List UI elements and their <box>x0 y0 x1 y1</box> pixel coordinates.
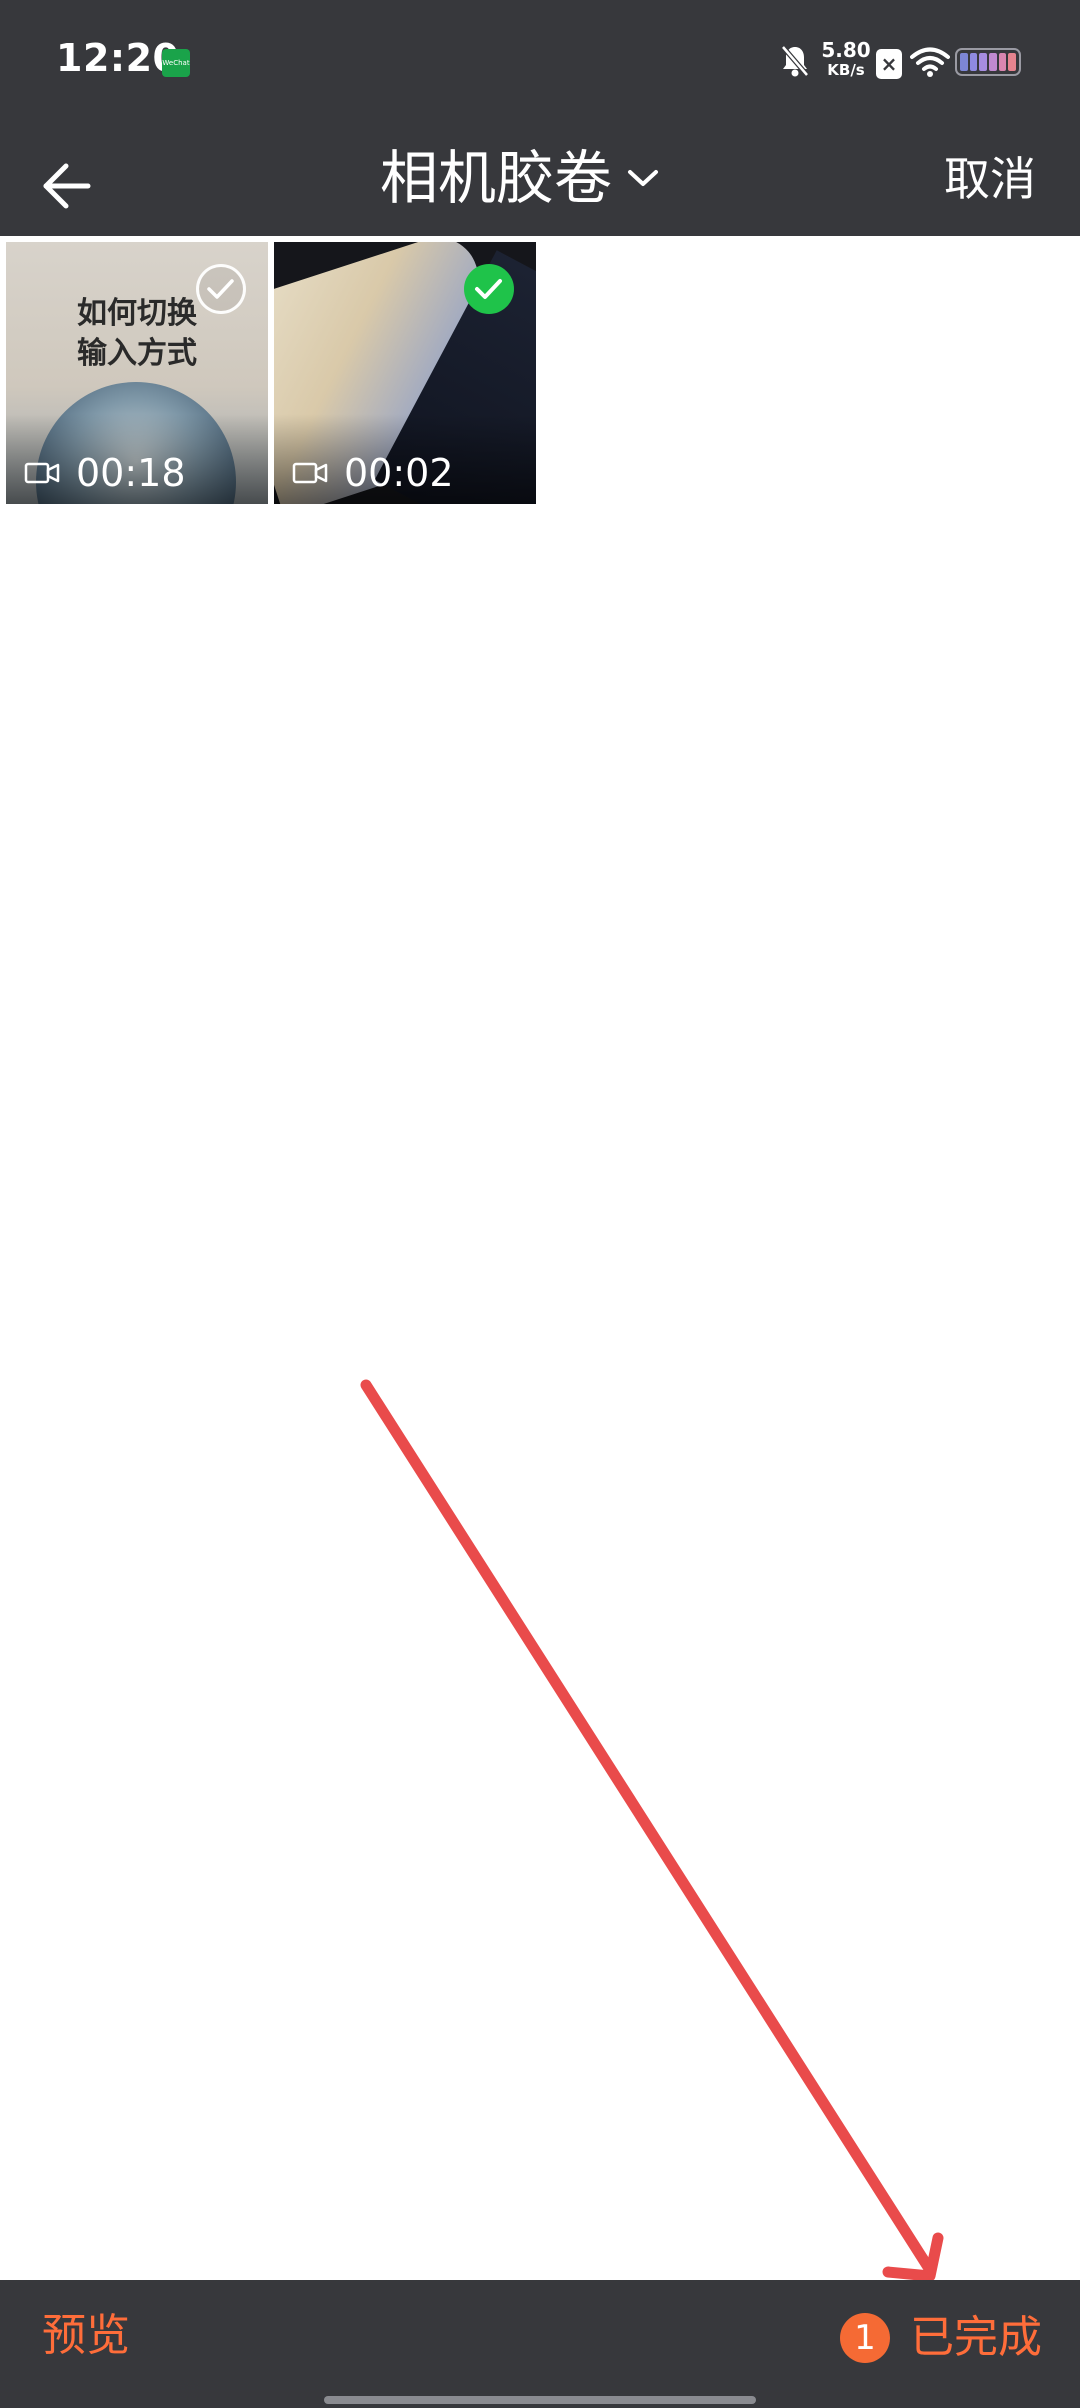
wifi-icon <box>910 47 950 77</box>
mute-bell-icon <box>781 45 809 77</box>
notification-x-icon: × <box>876 49 902 79</box>
battery-icon <box>955 48 1021 76</box>
done-label: 已完成 <box>910 2312 1042 2363</box>
video-duration: 00:02 <box>292 450 454 496</box>
album-switcher[interactable]: 相机胶卷 <box>380 138 660 218</box>
back-arrow-icon[interactable] <box>36 146 100 210</box>
app-notification-icon: WeChat <box>162 49 190 77</box>
chevron-down-icon <box>628 170 659 186</box>
video-camera-icon <box>24 462 60 484</box>
status-bar: 12:20 WeChat 5.80 KB/s × <box>0 0 1080 128</box>
media-thumbnail[interactable]: 如何切换 输入方式 00:18 <box>6 242 268 504</box>
network-speed: 5.80 KB/s <box>818 40 874 80</box>
done-button[interactable]: 1 已完成 <box>840 2306 1042 2370</box>
video-camera-icon <box>292 462 328 484</box>
duration-text: 00:02 <box>344 451 454 495</box>
preview-button[interactable]: 预览 <box>42 2304 130 2368</box>
header-bar: 相机胶卷 取消 <box>0 128 1080 236</box>
network-speed-unit: KB/s <box>827 61 865 79</box>
network-speed-value: 5.80 <box>821 38 871 62</box>
duration-text: 00:18 <box>76 451 186 495</box>
checkmark-icon <box>475 279 502 299</box>
status-time: 12:20 <box>56 36 180 80</box>
media-thumbnail[interactable]: 00:02 <box>274 242 536 504</box>
select-checkbox[interactable] <box>464 264 514 314</box>
cancel-button[interactable]: 取消 <box>944 146 1036 212</box>
select-checkbox[interactable] <box>196 264 246 314</box>
selected-count-badge: 1 <box>840 2313 890 2363</box>
checkmark-icon <box>207 279 234 299</box>
home-indicator[interactable] <box>324 2396 756 2404</box>
album-title: 相机胶卷 <box>380 144 613 212</box>
bottom-bar: 预览 1 已完成 <box>0 2280 1080 2408</box>
video-duration: 00:18 <box>24 450 186 496</box>
